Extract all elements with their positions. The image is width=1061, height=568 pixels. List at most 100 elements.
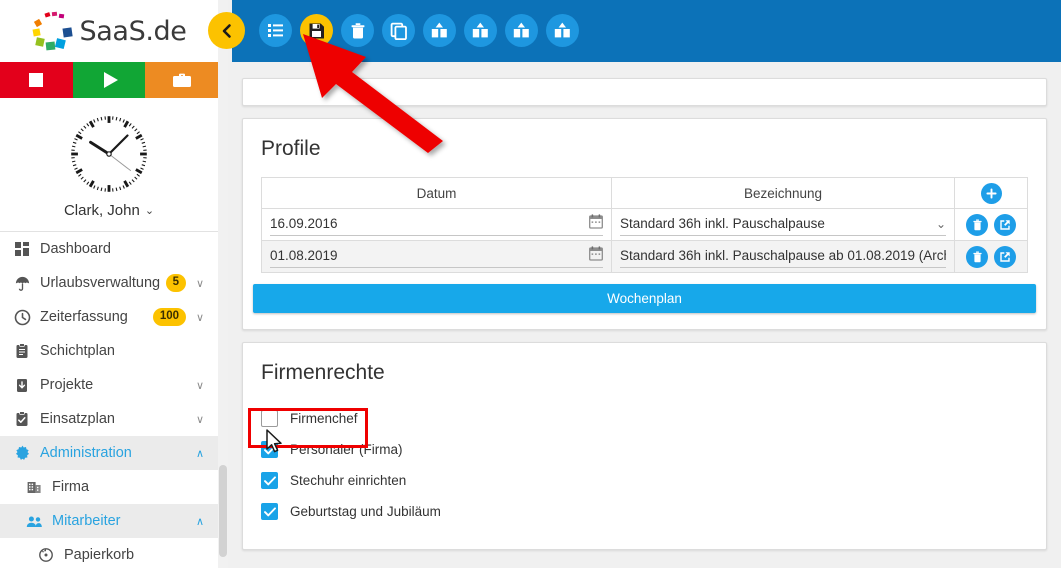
grid-4-button[interactable] xyxy=(546,14,579,47)
date-field[interactable]: 01.08.2019 xyxy=(270,246,603,268)
company-rights-card: Firmenrechte Firmenchef Personaler (Firma… xyxy=(242,342,1047,550)
back-button[interactable] xyxy=(208,12,245,49)
sidebar-item-label: Projekte xyxy=(40,377,94,393)
logo-text: SaaS.de xyxy=(79,15,187,47)
checkbox-checked[interactable] xyxy=(261,472,278,489)
umbrella-icon xyxy=(14,275,40,292)
dashboard-icon xyxy=(15,242,29,256)
clipboard-icon xyxy=(14,342,40,360)
chevron-icon: ∨ xyxy=(195,277,205,290)
sidebar-item-zeiterfassung[interactable]: Zeiterfassung 100 ∨ xyxy=(0,300,218,334)
cell-datum: 01.08.2019 xyxy=(261,240,612,273)
checkbox-unchecked[interactable] xyxy=(261,410,278,427)
sidebar-item-einsatzplan[interactable]: Einsatzplan ∨ xyxy=(0,402,218,436)
checklist-icon xyxy=(14,410,40,428)
wochenplan-button[interactable]: Wochenplan xyxy=(253,284,1036,313)
edit-row-button[interactable] xyxy=(994,213,1016,236)
bezeichnung-value: Standard 36h inkl. Pauschalpause ab 01.0… xyxy=(620,248,946,263)
save-button[interactable] xyxy=(300,14,333,47)
list-button[interactable] xyxy=(259,14,292,47)
checkbox-checked[interactable] xyxy=(261,503,278,520)
bezeichnung-select[interactable]: Standard 36h inkl. Pauschalpause ⌄ xyxy=(620,214,946,236)
gear-icon xyxy=(15,445,30,460)
sidebar-item-projekte[interactable]: Projekte ∨ xyxy=(0,368,218,402)
table-row: 01.08.2019 Standard 36h inkl. Pauschalpau… xyxy=(261,240,1028,273)
calendar-icon xyxy=(589,246,603,261)
sidebar-item-firma[interactable]: Firma xyxy=(0,470,218,504)
date-field[interactable]: 16.09.2016 xyxy=(270,214,603,236)
list-icon xyxy=(268,23,283,37)
cell-actions xyxy=(954,240,1028,273)
profile-table: Datum Bezeichnung 16.09.2016 Standard 36… xyxy=(261,177,1028,273)
people-icon xyxy=(26,514,52,529)
chevron-icon: ∧ xyxy=(195,447,205,460)
briefcase-icon xyxy=(172,73,191,87)
sidebar-item-label: Urlaubsverwaltung xyxy=(40,275,161,291)
sidebar-item-label: Firma xyxy=(52,479,90,495)
copy-button[interactable] xyxy=(382,14,415,47)
sidebar-item-schichtplan[interactable]: Schichtplan xyxy=(0,334,218,368)
briefcase-small-icon xyxy=(14,377,40,394)
bezeichnung-value: Standard 36h inkl. Pauschalpause xyxy=(620,216,825,231)
sidebar-item-label: Schichtplan xyxy=(40,343,115,359)
grid-2-button[interactable] xyxy=(464,14,497,47)
clock-icon xyxy=(14,309,40,326)
plus-icon xyxy=(985,187,997,199)
right-row-firmenchef[interactable]: Firmenchef xyxy=(261,403,1028,434)
copy-icon xyxy=(390,22,407,40)
cell-bezeichnung: Standard 36h inkl. Pauschalpause ab 01.0… xyxy=(611,240,955,273)
table-row: 16.09.2016 Standard 36h inkl. Pauschalpau… xyxy=(261,208,1028,241)
calendar-picker-button[interactable] xyxy=(589,246,603,266)
grid-1-button[interactable] xyxy=(423,14,456,47)
app-window: SaaS.de Clark, John ⌄ Dashboard Urlaubsv… xyxy=(0,0,1061,568)
sidebar-nav: Dashboard Urlaubsverwaltung 5 ∨ Zeiterfassun… xyxy=(0,232,218,568)
right-label: Firmenchef xyxy=(290,411,358,426)
grid-icon-2 xyxy=(472,22,488,37)
quick-action-row xyxy=(0,62,219,98)
calendar-picker-button[interactable] xyxy=(589,214,603,234)
grid-icon-3 xyxy=(513,22,529,37)
sidebar-item-mitarbeiter[interactable]: Mitarbeiter ∧ xyxy=(0,504,218,538)
trash-button[interactable] xyxy=(341,14,374,47)
add-profile-button[interactable] xyxy=(980,182,1002,204)
checkbox-checked[interactable] xyxy=(261,441,278,458)
sidebar-scrollbar-thumb[interactable] xyxy=(219,465,227,557)
briefcase-button[interactable] xyxy=(145,62,219,98)
sidebar-item-administration[interactable]: Administration ∧ xyxy=(0,436,218,470)
sidebar-item-papierkorb[interactable]: Papierkorb xyxy=(0,538,218,568)
sidebar-item-label: Administration xyxy=(40,445,132,461)
clock-icon xyxy=(14,309,31,325)
briefcase-small-icon xyxy=(17,378,27,392)
rights-checkbox-list: Firmenchef Personaler (Firma) Stechuhr ein… xyxy=(243,401,1046,549)
user-menu[interactable]: Clark, John ⌄ xyxy=(0,202,218,219)
stop-button[interactable] xyxy=(0,62,73,98)
gear-icon xyxy=(14,445,40,462)
bezeichnung-select[interactable]: Standard 36h inkl. Pauschalpause ab 01.0… xyxy=(620,246,946,268)
column-header-bezeichnung: Bezeichnung xyxy=(611,177,955,209)
delete-row-button[interactable] xyxy=(966,213,988,236)
clipboard-icon xyxy=(16,342,28,358)
top-partial-card xyxy=(242,78,1047,106)
right-row-personaler-firma-[interactable]: Personaler (Firma) xyxy=(261,434,1028,465)
edit-row-button[interactable] xyxy=(994,245,1016,268)
checklist-icon xyxy=(16,410,28,426)
top-toolbar xyxy=(232,0,1061,62)
analog-clock-icon xyxy=(70,115,148,193)
sidebar-item-label: Papierkorb xyxy=(64,547,135,563)
play-icon xyxy=(103,72,118,88)
sidebar-item-urlaubsverwaltung[interactable]: Urlaubsverwaltung 5 ∨ xyxy=(0,266,218,300)
right-row-stechuhr-einrichten[interactable]: Stechuhr einrichten xyxy=(261,465,1028,496)
right-row-geburtstag-und-jubil-um[interactable]: Geburtstag und Jubiläum xyxy=(261,496,1028,527)
building-icon xyxy=(27,482,41,493)
chevron-icon: ∨ xyxy=(195,379,205,392)
app-logo[interactable]: SaaS.de xyxy=(0,0,218,62)
grid-3-button[interactable] xyxy=(505,14,538,47)
sidebar-item-dashboard[interactable]: Dashboard xyxy=(0,232,218,266)
check-icon xyxy=(263,475,276,485)
play-button[interactable] xyxy=(72,62,146,98)
delete-row-button[interactable] xyxy=(966,245,988,268)
trash-icon xyxy=(972,219,982,230)
date-value: 16.09.2016 xyxy=(270,216,338,231)
week-plan-area: Wochenplan xyxy=(243,273,1046,329)
chevron-down-icon[interactable]: ⌄ xyxy=(936,217,946,231)
